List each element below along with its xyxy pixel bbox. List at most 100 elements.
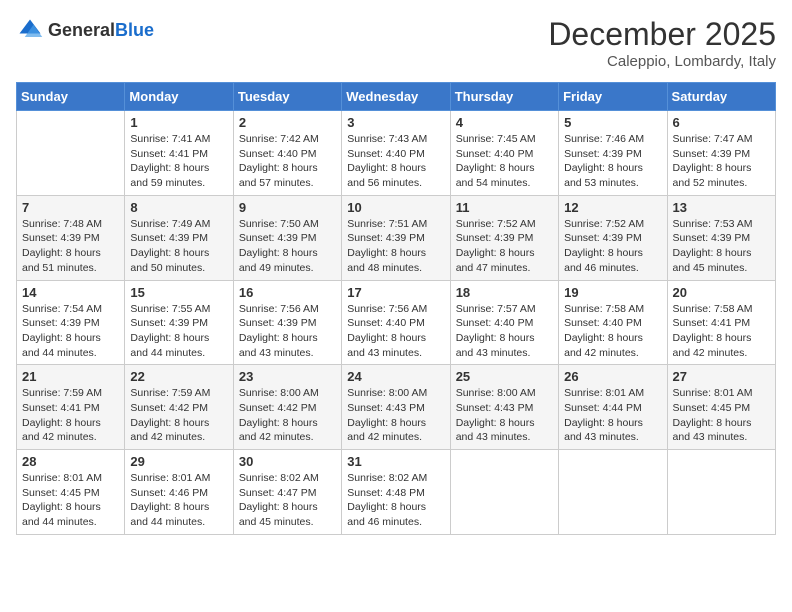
title-area: December 2025 Caleppio, Lombardy, Italy xyxy=(548,16,776,70)
cell-info: Sunrise: 8:01 AM Sunset: 4:46 PM Dayligh… xyxy=(130,471,227,530)
cell-day-number: 2 xyxy=(239,115,336,130)
calendar-cell: 28 Sunrise: 8:01 AM Sunset: 4:45 PM Dayli… xyxy=(17,450,125,535)
calendar-cell: 25 Sunrise: 8:00 AM Sunset: 4:43 PM Dayli… xyxy=(450,365,558,450)
calendar-cell: 3 Sunrise: 7:43 AM Sunset: 4:40 PM Daylig… xyxy=(342,111,450,196)
cell-day-number: 23 xyxy=(239,369,336,384)
cell-info: Sunrise: 8:02 AM Sunset: 4:48 PM Dayligh… xyxy=(347,471,444,530)
cell-info: Sunrise: 7:55 AM Sunset: 4:39 PM Dayligh… xyxy=(130,302,227,361)
calendar-cell: 24Sunrise: 8:00 AM Sunset: 4:43 PM Dayli… xyxy=(342,365,450,450)
logo-icon xyxy=(16,16,44,44)
cell-day-number: 12 xyxy=(564,200,661,215)
cell-info: Sunrise: 7:56 AM Sunset: 4:40 PM Dayligh… xyxy=(347,302,444,361)
calendar-cell: 2 Sunrise: 7:42 AM Sunset: 4:40 PM Daylig… xyxy=(233,111,341,196)
calendar-cell: 17Sunrise: 7:56 AM Sunset: 4:40 PM Dayli… xyxy=(342,280,450,365)
cell-day-number: 18 xyxy=(456,285,553,300)
calendar-cell: 1 Sunrise: 7:41 AM Sunset: 4:41 PM Daylig… xyxy=(125,111,233,196)
cell-day-number: 25 xyxy=(456,369,553,384)
cell-info: Sunrise: 7:45 AM Sunset: 4:40 PM Dayligh… xyxy=(456,132,553,191)
weekday-header-row: SundayMondayTuesdayWednesdayThursdayFrid… xyxy=(17,83,776,111)
cell-day-number: 4 xyxy=(456,115,553,130)
cell-info: Sunrise: 8:00 AM Sunset: 4:43 PM Dayligh… xyxy=(456,386,553,445)
weekday-header: Sunday xyxy=(17,83,125,111)
cell-day-number: 5 xyxy=(564,115,661,130)
cell-info: Sunrise: 7:41 AM Sunset: 4:41 PM Dayligh… xyxy=(130,132,227,191)
calendar-cell: 18 Sunrise: 7:57 AM Sunset: 4:40 PM Dayli… xyxy=(450,280,558,365)
calendar-week-row: 7Sunrise: 7:48 AM Sunset: 4:39 PM Daylig… xyxy=(17,195,776,280)
cell-info: Sunrise: 7:53 AM Sunset: 4:39 PM Dayligh… xyxy=(673,217,770,276)
calendar-body: 1 Sunrise: 7:41 AM Sunset: 4:41 PM Daylig… xyxy=(17,111,776,535)
cell-day-number: 8 xyxy=(130,200,227,215)
calendar-table: SundayMondayTuesdayWednesdayThursdayFrid… xyxy=(16,82,776,535)
calendar-cell xyxy=(559,450,667,535)
calendar-cell: 30Sunrise: 8:02 AM Sunset: 4:47 PM Dayli… xyxy=(233,450,341,535)
weekday-header: Monday xyxy=(125,83,233,111)
cell-info: Sunrise: 7:48 AM Sunset: 4:39 PM Dayligh… xyxy=(22,217,119,276)
month-title: December 2025 xyxy=(548,16,776,53)
cell-info: Sunrise: 7:42 AM Sunset: 4:40 PM Dayligh… xyxy=(239,132,336,191)
calendar-cell xyxy=(17,111,125,196)
calendar-cell xyxy=(450,450,558,535)
calendar-cell: 21 Sunrise: 7:59 AM Sunset: 4:41 PM Dayli… xyxy=(17,365,125,450)
cell-day-number: 13 xyxy=(673,200,770,215)
cell-info: Sunrise: 7:57 AM Sunset: 4:40 PM Dayligh… xyxy=(456,302,553,361)
cell-day-number: 31 xyxy=(347,454,444,469)
calendar-cell: 16Sunrise: 7:56 AM Sunset: 4:39 PM Dayli… xyxy=(233,280,341,365)
cell-info: Sunrise: 7:52 AM Sunset: 4:39 PM Dayligh… xyxy=(456,217,553,276)
cell-info: Sunrise: 7:54 AM Sunset: 4:39 PM Dayligh… xyxy=(22,302,119,361)
cell-info: Sunrise: 8:00 AM Sunset: 4:42 PM Dayligh… xyxy=(239,386,336,445)
cell-day-number: 1 xyxy=(130,115,227,130)
cell-info: Sunrise: 7:59 AM Sunset: 4:41 PM Dayligh… xyxy=(22,386,119,445)
cell-day-number: 11 xyxy=(456,200,553,215)
weekday-header: Wednesday xyxy=(342,83,450,111)
logo: GeneralBlue xyxy=(16,16,154,44)
calendar-cell: 8 Sunrise: 7:49 AM Sunset: 4:39 PM Daylig… xyxy=(125,195,233,280)
weekday-header: Saturday xyxy=(667,83,775,111)
calendar-week-row: 21 Sunrise: 7:59 AM Sunset: 4:41 PM Dayli… xyxy=(17,365,776,450)
cell-day-number: 28 xyxy=(22,454,119,469)
calendar-cell: 19Sunrise: 7:58 AM Sunset: 4:40 PM Dayli… xyxy=(559,280,667,365)
calendar-week-row: 1 Sunrise: 7:41 AM Sunset: 4:41 PM Daylig… xyxy=(17,111,776,196)
location-title: Caleppio, Lombardy, Italy xyxy=(548,53,776,70)
cell-day-number: 27 xyxy=(673,369,770,384)
calendar-cell: 9Sunrise: 7:50 AM Sunset: 4:39 PM Daylig… xyxy=(233,195,341,280)
cell-info: Sunrise: 7:58 AM Sunset: 4:40 PM Dayligh… xyxy=(564,302,661,361)
header: GeneralBlue December 2025 Caleppio, Lomb… xyxy=(16,16,776,70)
calendar-cell: 4 Sunrise: 7:45 AM Sunset: 4:40 PM Daylig… xyxy=(450,111,558,196)
cell-day-number: 30 xyxy=(239,454,336,469)
calendar-cell: 29 Sunrise: 8:01 AM Sunset: 4:46 PM Dayli… xyxy=(125,450,233,535)
calendar-week-row: 28 Sunrise: 8:01 AM Sunset: 4:45 PM Dayli… xyxy=(17,450,776,535)
calendar-cell: 11 Sunrise: 7:52 AM Sunset: 4:39 PM Dayli… xyxy=(450,195,558,280)
calendar-cell xyxy=(667,450,775,535)
calendar-cell: 6Sunrise: 7:47 AM Sunset: 4:39 PM Daylig… xyxy=(667,111,775,196)
cell-info: Sunrise: 7:49 AM Sunset: 4:39 PM Dayligh… xyxy=(130,217,227,276)
cell-info: Sunrise: 7:43 AM Sunset: 4:40 PM Dayligh… xyxy=(347,132,444,191)
calendar-cell: 23 Sunrise: 8:00 AM Sunset: 4:42 PM Dayli… xyxy=(233,365,341,450)
calendar-week-row: 14 Sunrise: 7:54 AM Sunset: 4:39 PM Dayli… xyxy=(17,280,776,365)
cell-day-number: 16 xyxy=(239,285,336,300)
cell-day-number: 24 xyxy=(347,369,444,384)
calendar-cell: 10Sunrise: 7:51 AM Sunset: 4:39 PM Dayli… xyxy=(342,195,450,280)
calendar-cell: 7Sunrise: 7:48 AM Sunset: 4:39 PM Daylig… xyxy=(17,195,125,280)
calendar-cell: 12Sunrise: 7:52 AM Sunset: 4:39 PM Dayli… xyxy=(559,195,667,280)
cell-info: Sunrise: 8:01 AM Sunset: 4:44 PM Dayligh… xyxy=(564,386,661,445)
cell-info: Sunrise: 7:59 AM Sunset: 4:42 PM Dayligh… xyxy=(130,386,227,445)
cell-info: Sunrise: 7:51 AM Sunset: 4:39 PM Dayligh… xyxy=(347,217,444,276)
weekday-header: Tuesday xyxy=(233,83,341,111)
calendar-cell: 13 Sunrise: 7:53 AM Sunset: 4:39 PM Dayli… xyxy=(667,195,775,280)
cell-day-number: 29 xyxy=(130,454,227,469)
weekday-header: Thursday xyxy=(450,83,558,111)
cell-day-number: 3 xyxy=(347,115,444,130)
logo-text-blue: Blue xyxy=(115,20,154,40)
cell-info: Sunrise: 7:58 AM Sunset: 4:41 PM Dayligh… xyxy=(673,302,770,361)
calendar-cell: 26Sunrise: 8:01 AM Sunset: 4:44 PM Dayli… xyxy=(559,365,667,450)
cell-info: Sunrise: 7:46 AM Sunset: 4:39 PM Dayligh… xyxy=(564,132,661,191)
cell-day-number: 20 xyxy=(673,285,770,300)
calendar-cell: 15 Sunrise: 7:55 AM Sunset: 4:39 PM Dayli… xyxy=(125,280,233,365)
cell-day-number: 14 xyxy=(22,285,119,300)
cell-day-number: 21 xyxy=(22,369,119,384)
weekday-header: Friday xyxy=(559,83,667,111)
cell-day-number: 9 xyxy=(239,200,336,215)
cell-day-number: 15 xyxy=(130,285,227,300)
calendar-cell: 27Sunrise: 8:01 AM Sunset: 4:45 PM Dayli… xyxy=(667,365,775,450)
cell-info: Sunrise: 8:01 AM Sunset: 4:45 PM Dayligh… xyxy=(22,471,119,530)
